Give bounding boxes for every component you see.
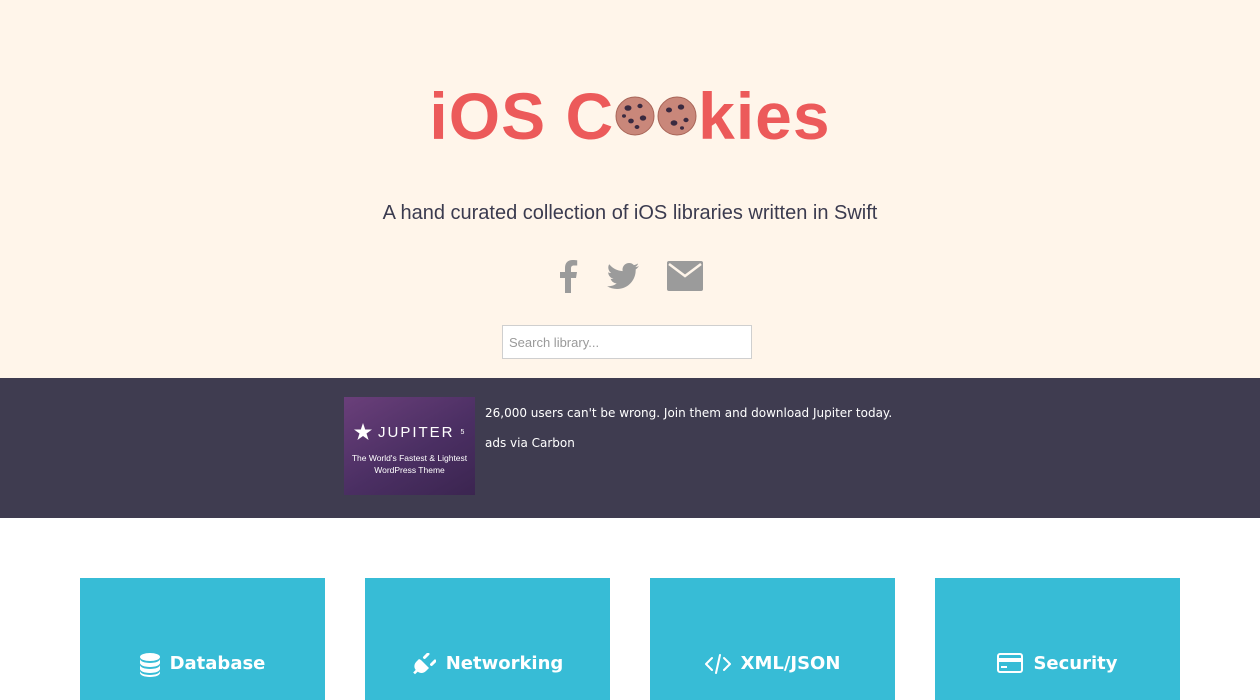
ad-image[interactable]: JUPITER 5 The World's Fastest & Lightest … [344,397,475,495]
ad-text: 26,000 users can't be wrong. Join them a… [485,398,915,458]
site-logo[interactable]: iOS C kies [0,76,1260,156]
code-icon [704,654,731,674]
category-label: Database [169,653,266,674]
category-card-security[interactable]: Security [935,578,1180,700]
ads-via-carbon-link[interactable]: ads via Carbon [485,436,575,450]
category-grid: Database Networking XML/JSON Security [80,578,1180,700]
database-icon [139,653,160,677]
star-icon [354,423,372,440]
social-links [0,258,1260,298]
email-link[interactable] [667,261,703,295]
ad-brand: JUPITER 5 [354,423,464,441]
facebook-link[interactable] [557,259,579,297]
category-card-xml-json[interactable]: XML/JSON [650,578,895,700]
cookie-icon [615,96,655,136]
credit-card-icon [997,653,1024,673]
ad-brand-name: JUPITER [378,423,455,441]
ad-subtitle-line: The World's Fastest & Lightest [351,453,468,463]
logo-text-start: iOS C [429,79,615,153]
category-label: XML/JSON [740,653,841,674]
ad-subtitle: The World's Fastest & Lightest WordPress… [344,452,475,476]
ad-banner: JUPITER 5 The World's Fastest & Lightest … [0,378,1260,518]
site-header: iOS C kies A hand curated collection of … [0,0,1260,378]
category-label: Networking [445,653,564,674]
ad-subtitle-line: WordPress Theme [374,465,445,475]
twitter-icon [606,263,639,289]
cookie-icon [657,96,697,136]
twitter-link[interactable] [606,263,639,293]
ad-copy-link[interactable]: 26,000 users can't be wrong. Join them a… [485,406,892,420]
plug-icon [412,653,436,675]
ad-brand-version: 5 [460,428,465,436]
category-card-database[interactable]: Database [80,578,325,700]
category-label: Security [1033,653,1118,674]
email-icon [667,261,703,291]
facebook-icon [560,260,578,293]
logo-text-end: kies [698,79,831,153]
tagline: A hand curated collection of iOS librari… [382,202,878,224]
category-card-networking[interactable]: Networking [365,578,610,700]
search-input[interactable] [502,325,752,359]
